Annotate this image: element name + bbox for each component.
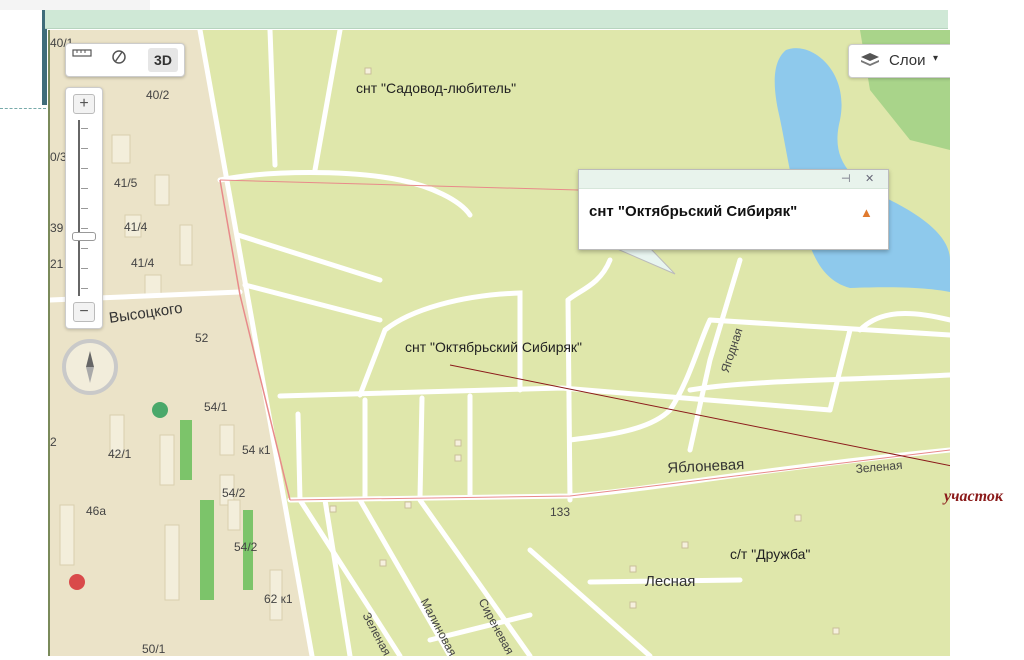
road bbox=[322, 497, 353, 656]
building-label: 41/4 bbox=[131, 256, 155, 270]
marker bbox=[794, 514, 802, 522]
compass-icon[interactable] bbox=[62, 339, 118, 395]
building-label: 40/2 bbox=[146, 88, 170, 102]
zoom-control: + − bbox=[65, 87, 103, 329]
road bbox=[267, 30, 278, 168]
zoom-tick bbox=[81, 228, 88, 229]
building bbox=[179, 224, 193, 266]
road bbox=[687, 372, 950, 393]
marker bbox=[454, 454, 462, 462]
building-label: 2 bbox=[50, 435, 57, 449]
building-label: 50/1 bbox=[142, 642, 166, 656]
building-label: 52 bbox=[195, 331, 209, 345]
building-label: 46а bbox=[86, 504, 107, 518]
info-balloon: ⊣ ✕ снт "Октябрьский Сибиряк" ▲ bbox=[578, 169, 889, 250]
marker bbox=[629, 601, 637, 609]
building-label: 42/1 bbox=[108, 447, 132, 461]
road bbox=[235, 232, 383, 283]
phone-marker-icon bbox=[69, 574, 85, 590]
annotation-label: участок bbox=[944, 488, 1003, 505]
pin-icon[interactable]: ⊣ bbox=[841, 172, 851, 185]
zoom-tick bbox=[81, 128, 88, 129]
building bbox=[154, 174, 170, 206]
building-label: 62 к1 bbox=[264, 592, 293, 606]
building bbox=[227, 499, 241, 531]
road bbox=[827, 327, 853, 413]
zoom-tick bbox=[81, 168, 88, 169]
road bbox=[857, 310, 950, 333]
building bbox=[164, 524, 180, 601]
road bbox=[295, 411, 303, 503]
building bbox=[159, 434, 175, 486]
road bbox=[417, 395, 425, 501]
warning-icon: ▲ bbox=[860, 205, 873, 220]
layers-button[interactable]: Слои ▾ bbox=[848, 44, 950, 78]
close-icon[interactable]: ✕ bbox=[865, 172, 874, 185]
page: снт "Садовод-любитель" снт "Октябрьский … bbox=[0, 0, 1024, 660]
zoom-tick bbox=[81, 148, 88, 149]
building bbox=[111, 134, 131, 164]
road bbox=[565, 297, 573, 503]
marker bbox=[681, 541, 689, 549]
building bbox=[219, 424, 235, 456]
street-lesnaya-label: Лесная bbox=[645, 573, 696, 590]
zoom-track[interactable] bbox=[78, 120, 80, 296]
map-header-bar bbox=[45, 10, 948, 29]
snt-oktyabrsky-label: снт "Октябрьский Сибиряк" bbox=[405, 339, 582, 355]
marker bbox=[629, 565, 637, 573]
zoom-out-button[interactable]: − bbox=[73, 302, 95, 322]
marker bbox=[379, 559, 387, 567]
snt-sadovod-label: снт "Садовод-любитель" bbox=[356, 80, 517, 96]
building-label: 54/2 bbox=[234, 540, 258, 554]
green-strip bbox=[200, 500, 214, 600]
zoom-slider-handle[interactable] bbox=[72, 232, 96, 241]
zoom-tick bbox=[81, 208, 88, 209]
layers-label: Слои bbox=[889, 52, 926, 69]
building bbox=[59, 504, 75, 566]
road bbox=[707, 317, 950, 338]
zoom-tick bbox=[81, 248, 88, 249]
zoom-in-button[interactable]: + bbox=[73, 94, 95, 114]
road bbox=[567, 317, 713, 443]
marker bbox=[329, 505, 337, 513]
balloon-pointer bbox=[614, 247, 676, 275]
balloon-title: снт "Октябрьский Сибиряк" bbox=[589, 203, 798, 220]
marker bbox=[404, 501, 412, 509]
zoom-tick bbox=[81, 188, 88, 189]
road bbox=[287, 447, 950, 503]
thumbnail-strip bbox=[0, 0, 150, 10]
house-number-label: 133 bbox=[550, 505, 571, 519]
map-viewport[interactable]: снт "Садовод-любитель" снт "Октябрьский … bbox=[48, 30, 950, 656]
road bbox=[217, 170, 473, 218]
marker bbox=[364, 67, 372, 75]
marker bbox=[832, 627, 840, 635]
chevron-down-icon: ▾ bbox=[933, 53, 939, 64]
balloon-header: ⊣ ✕ bbox=[579, 170, 888, 189]
route-icon[interactable] bbox=[110, 48, 140, 72]
building-label: 41/4 bbox=[124, 220, 148, 234]
building-label: 21 bbox=[50, 257, 64, 271]
road bbox=[297, 497, 403, 656]
annotation-leader-line bbox=[449, 364, 950, 467]
map-toolbar: 3D bbox=[65, 43, 185, 77]
building-label: 54 к1 bbox=[242, 443, 271, 457]
marker bbox=[454, 439, 462, 447]
st-druzhba-label: с/т "Дружба" bbox=[730, 546, 811, 562]
road bbox=[242, 282, 383, 323]
road bbox=[565, 257, 613, 303]
building-label: 39 bbox=[50, 221, 64, 235]
dashed-rule bbox=[0, 108, 46, 109]
mode-3d-button[interactable]: 3D bbox=[148, 48, 178, 72]
building-label: 54/1 bbox=[204, 400, 228, 414]
shop-marker-icon bbox=[152, 402, 168, 418]
zoom-tick bbox=[81, 288, 88, 289]
road bbox=[312, 30, 343, 173]
ruler-icon[interactable] bbox=[72, 48, 102, 72]
zoom-tick bbox=[81, 268, 88, 269]
building-label: 54/2 bbox=[222, 486, 246, 500]
green-strip bbox=[180, 420, 192, 480]
building-label: 41/5 bbox=[114, 176, 138, 190]
